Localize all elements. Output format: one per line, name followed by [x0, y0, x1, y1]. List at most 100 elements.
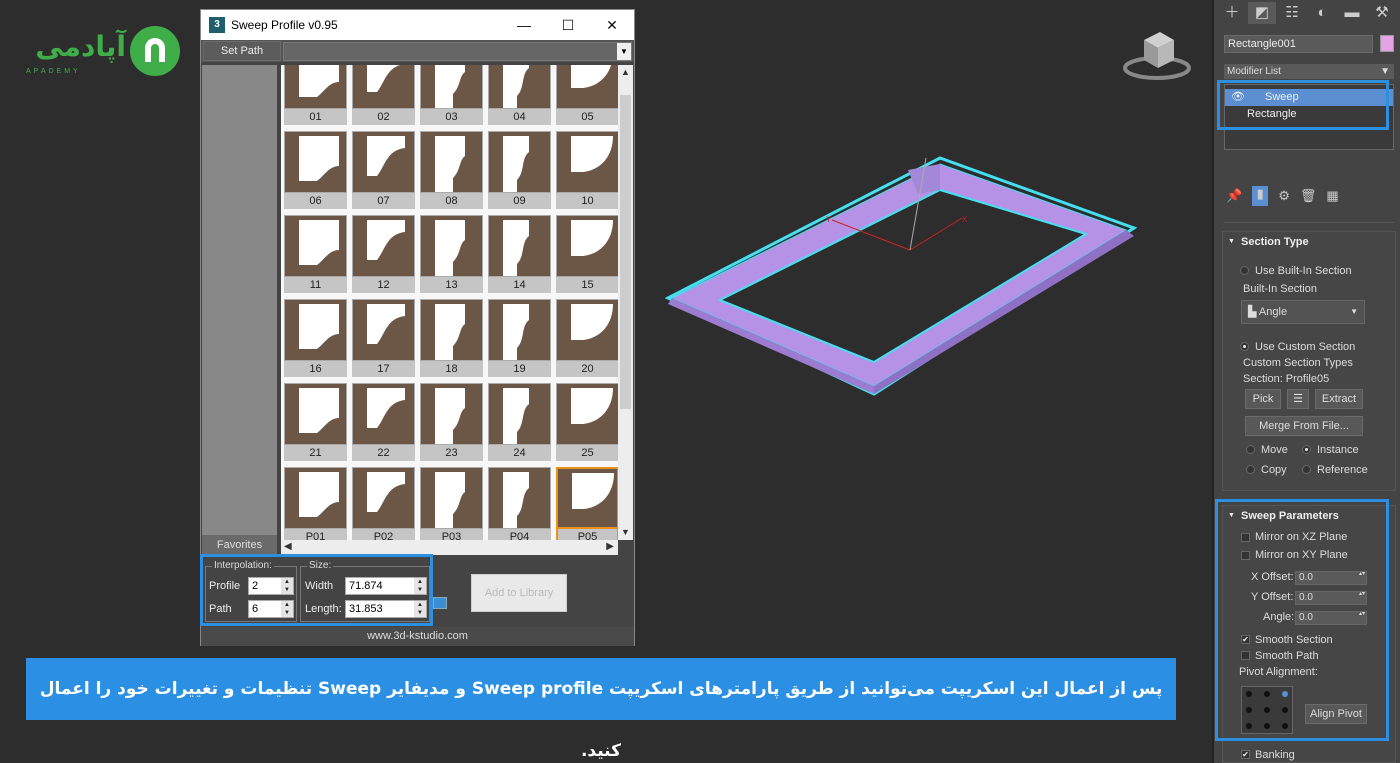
hierarchy-tab-icon[interactable]: ☷ — [1278, 2, 1306, 24]
use-custom-radio[interactable] — [1240, 342, 1249, 351]
profile-thumb[interactable]: P02 — [352, 467, 415, 540]
profile-thumb[interactable]: 11 — [284, 215, 347, 293]
pick-list-icon[interactable]: ☰ — [1287, 389, 1309, 409]
smooth-section-checkbox[interactable]: ✔ — [1241, 635, 1250, 644]
show-end-result-icon[interactable]: ▮ — [1252, 186, 1269, 206]
sweep-parameters-header[interactable]: Sweep Parameters — [1223, 506, 1395, 526]
sweep-frame-object[interactable]: Y X — [660, 150, 1140, 400]
stack-item-rectangle[interactable]: Rectangle — [1225, 106, 1393, 123]
banking-checkbox[interactable]: ✔ — [1241, 750, 1250, 759]
profile-thumb[interactable]: 03 — [420, 65, 483, 125]
section-type-header[interactable]: Section Type — [1223, 232, 1395, 252]
remove-modifier-icon[interactable]: 🗑 — [1300, 188, 1317, 204]
profile-thumb[interactable]: 09 — [488, 131, 551, 209]
profile-thumb[interactable]: P01 — [284, 467, 347, 540]
profile-thumb[interactable]: P03 — [420, 467, 483, 540]
profile-thumb[interactable]: 16 — [284, 299, 347, 377]
modifier-stack[interactable]: 👁 Sweep Rectangle — [1224, 84, 1394, 150]
width-spinner[interactable]: 71.874 ▲ ▼ — [345, 577, 427, 595]
window-titlebar[interactable]: 3 Sweep Profile v0.95 — ☐ ✕ — [201, 10, 634, 40]
instance-radio[interactable] — [1302, 445, 1311, 454]
horizontal-scrollbar[interactable]: ◀ ▶ — [281, 540, 618, 555]
favorites-button[interactable]: Favorites — [202, 535, 277, 555]
mirror-xy-checkbox[interactable] — [1241, 551, 1250, 560]
profile-thumb[interactable]: 17 — [352, 299, 415, 377]
viewcube-icon[interactable] — [1122, 26, 1192, 84]
profile-thumb[interactable]: 01 — [284, 65, 347, 125]
set-path-button[interactable]: Set Path — [203, 41, 281, 61]
angle-spinner[interactable]: 0.0 — [1295, 611, 1367, 625]
align-pivot-button[interactable]: Align Pivot — [1305, 704, 1367, 724]
path-steps-spinner[interactable]: 6 ▲ ▼ — [248, 600, 294, 618]
lock-toggle[interactable] — [433, 597, 447, 609]
move-radio[interactable] — [1246, 445, 1255, 454]
copy-radio[interactable] — [1246, 465, 1255, 474]
spinner-arrows-icon[interactable]: ▲ ▼ — [281, 601, 293, 617]
path-dropdown[interactable]: ▼ — [283, 41, 632, 61]
profile-steps-spinner[interactable]: 2 ▲ ▼ — [248, 577, 294, 595]
maximize-icon[interactable]: ☐ — [546, 17, 590, 34]
reference-radio[interactable] — [1302, 465, 1311, 474]
profile-thumb[interactable]: 08 — [420, 131, 483, 209]
chevron-down-icon[interactable]: ▼ — [617, 42, 631, 60]
profile-thumb[interactable]: 07 — [352, 131, 415, 209]
profile-thumb[interactable]: 23 — [420, 383, 483, 461]
scroll-up-icon[interactable]: ▲ — [618, 65, 633, 80]
eye-icon[interactable]: 👁 — [1231, 89, 1245, 106]
profile-thumb[interactable]: 12 — [352, 215, 415, 293]
profile-thumb[interactable]: P04 — [488, 467, 551, 540]
add-to-library-button[interactable]: Add to Library — [471, 574, 567, 612]
create-tab-icon[interactable]: ＋ — [1218, 2, 1246, 24]
profile-thumb[interactable]: 21 — [284, 383, 347, 461]
profile-thumb[interactable]: 15 — [556, 215, 619, 293]
profile-grid[interactable]: P05 P04 P03 P02 P01 25 24 23 22 21 20 19 18 17 16 15 14 1… — [281, 65, 633, 540]
profile-thumb[interactable]: 20 — [556, 299, 619, 377]
mirror-xz-checkbox[interactable] — [1241, 533, 1250, 542]
spinner-arrows-icon[interactable]: ▲ ▼ — [414, 578, 426, 594]
profile-thumb[interactable]: 24 — [488, 383, 551, 461]
utilities-tab-icon[interactable]: ⚒ — [1368, 2, 1396, 24]
configure-sets-icon[interactable]: ▦ — [1326, 188, 1338, 204]
website-link[interactable]: www.3d-kstudio.com — [201, 627, 634, 646]
display-tab-icon[interactable]: ▬ — [1338, 2, 1366, 24]
extract-button[interactable]: Extract — [1315, 389, 1363, 409]
profile-thumb[interactable]: 19 — [488, 299, 551, 377]
builtin-section-dropdown[interactable]: ▙ Angle ▼ — [1241, 300, 1365, 324]
pivot-alignment-grid[interactable] — [1241, 686, 1293, 734]
modifier-list-dropdown[interactable]: Modifier List ▼ — [1224, 64, 1394, 79]
profile-thumb[interactable]: 18 — [420, 299, 483, 377]
merge-from-file-button[interactable]: Merge From File... — [1245, 416, 1363, 436]
y-offset-spinner[interactable]: 0.0 — [1295, 591, 1367, 605]
minimize-icon[interactable]: — — [502, 17, 546, 33]
scroll-thumb[interactable] — [620, 95, 631, 409]
profile-thumb[interactable]: 05 — [556, 65, 619, 125]
profile-thumb[interactable]: 04 — [488, 65, 551, 125]
object-name-field[interactable]: Rectangle001 — [1224, 35, 1373, 53]
scroll-down-icon[interactable]: ▼ — [618, 525, 633, 540]
scroll-left-icon[interactable]: ◀ — [284, 541, 292, 552]
modify-tab-icon[interactable]: ◩ — [1248, 2, 1276, 24]
pin-stack-icon[interactable]: 📌 — [1226, 188, 1242, 204]
stack-item-sweep[interactable]: 👁 Sweep — [1225, 89, 1393, 106]
profile-thumb[interactable]: 02 — [352, 65, 415, 125]
spinner-arrows-icon[interactable]: ▲ ▼ — [414, 601, 426, 617]
pick-button[interactable]: Pick — [1245, 389, 1281, 409]
profile-thumb[interactable]: 22 — [352, 383, 415, 461]
profile-thumb[interactable]: 14 — [488, 215, 551, 293]
favorites-panel[interactable]: Favorites — [202, 65, 277, 555]
profile-thumb[interactable]: 06 — [284, 131, 347, 209]
x-offset-spinner[interactable]: 0.0 — [1295, 571, 1367, 585]
object-color-swatch[interactable] — [1380, 35, 1394, 52]
close-icon[interactable]: ✕ — [590, 17, 634, 34]
length-spinner[interactable]: 31.853 ▲ ▼ — [345, 600, 427, 618]
vertical-scrollbar[interactable]: ▲ ▼ — [618, 65, 633, 540]
smooth-path-checkbox[interactable] — [1241, 651, 1250, 660]
profile-thumb[interactable]: 13 — [420, 215, 483, 293]
motion-tab-icon[interactable]: ◐ — [1308, 2, 1336, 24]
profile-thumb[interactable]: P05 — [556, 467, 619, 540]
use-builtin-radio[interactable] — [1240, 266, 1249, 275]
make-unique-icon[interactable]: ⚙ — [1278, 188, 1290, 204]
profile-thumb[interactable]: 10 — [556, 131, 619, 209]
scroll-right-icon[interactable]: ▶ — [606, 541, 614, 552]
spinner-arrows-icon[interactable]: ▲ ▼ — [281, 578, 293, 594]
